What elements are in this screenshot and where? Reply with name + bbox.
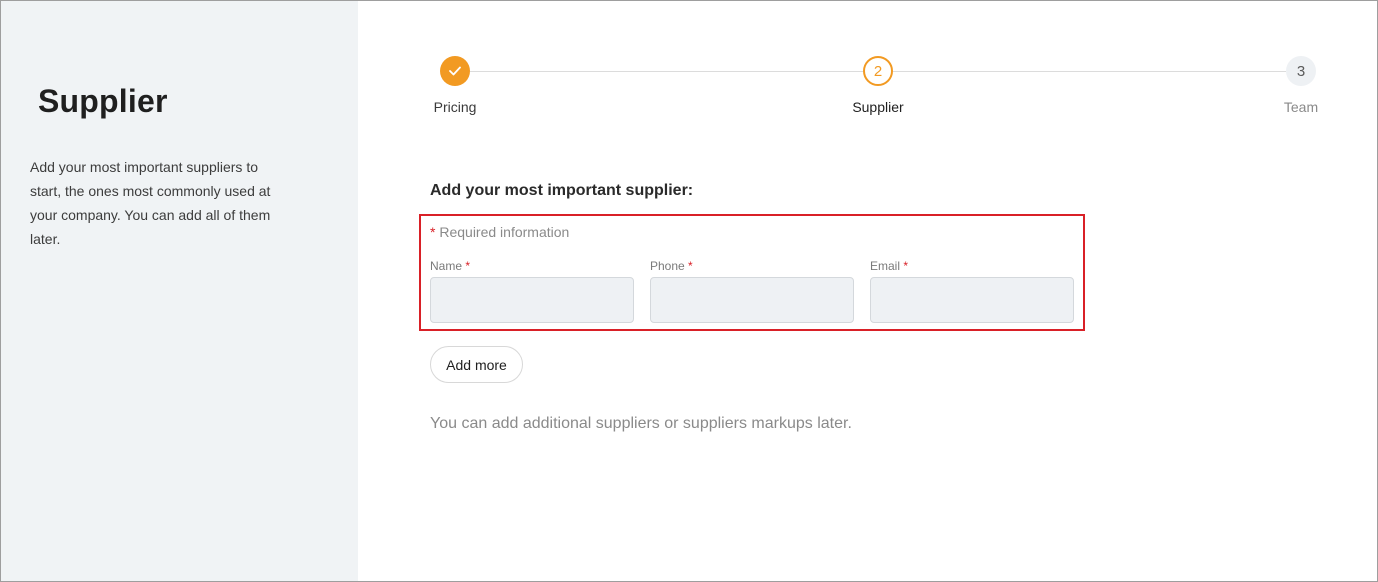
phone-field-label: Phone *: [650, 259, 693, 273]
phone-label-text: Phone: [650, 259, 685, 273]
name-field-label: Name *: [430, 259, 470, 273]
email-label-text: Email: [870, 259, 901, 273]
step-label-supplier[interactable]: Supplier: [852, 99, 903, 115]
form-title: Add your most important supplier:: [430, 182, 694, 199]
name-input[interactable]: [430, 277, 634, 323]
progress-stepper: Pricing 2 Supplier 3 Team: [430, 56, 1330, 126]
required-asterisk: *: [430, 224, 436, 240]
page-title: Supplier: [38, 83, 168, 119]
required-asterisk: *: [465, 259, 471, 273]
step-supplier-number[interactable]: 2: [863, 56, 893, 86]
required-info-note: * Required information: [430, 224, 569, 240]
add-more-button[interactable]: Add more: [430, 346, 523, 383]
stepper-connector: [893, 71, 1286, 72]
name-label-text: Name: [430, 259, 463, 273]
phone-input[interactable]: [650, 277, 854, 323]
sidebar: Supplier Add your most important supplie…: [1, 1, 358, 581]
step-label-pricing[interactable]: Pricing: [434, 99, 477, 115]
stepper-connector: [470, 71, 863, 72]
required-info-text: Required information: [439, 224, 570, 240]
email-input[interactable]: [870, 277, 1074, 323]
required-asterisk: *: [688, 259, 693, 273]
email-field-label: Email *: [870, 259, 908, 273]
step-label-team[interactable]: Team: [1284, 99, 1318, 115]
required-asterisk: *: [903, 259, 909, 273]
step-team-number[interactable]: 3: [1286, 56, 1316, 86]
step-pricing-check-icon[interactable]: [440, 56, 470, 86]
check-icon: [449, 66, 461, 76]
sidebar-description: Add your most important suppliers to sta…: [30, 159, 271, 247]
footnote-text: You can add additional suppliers or supp…: [430, 415, 852, 432]
